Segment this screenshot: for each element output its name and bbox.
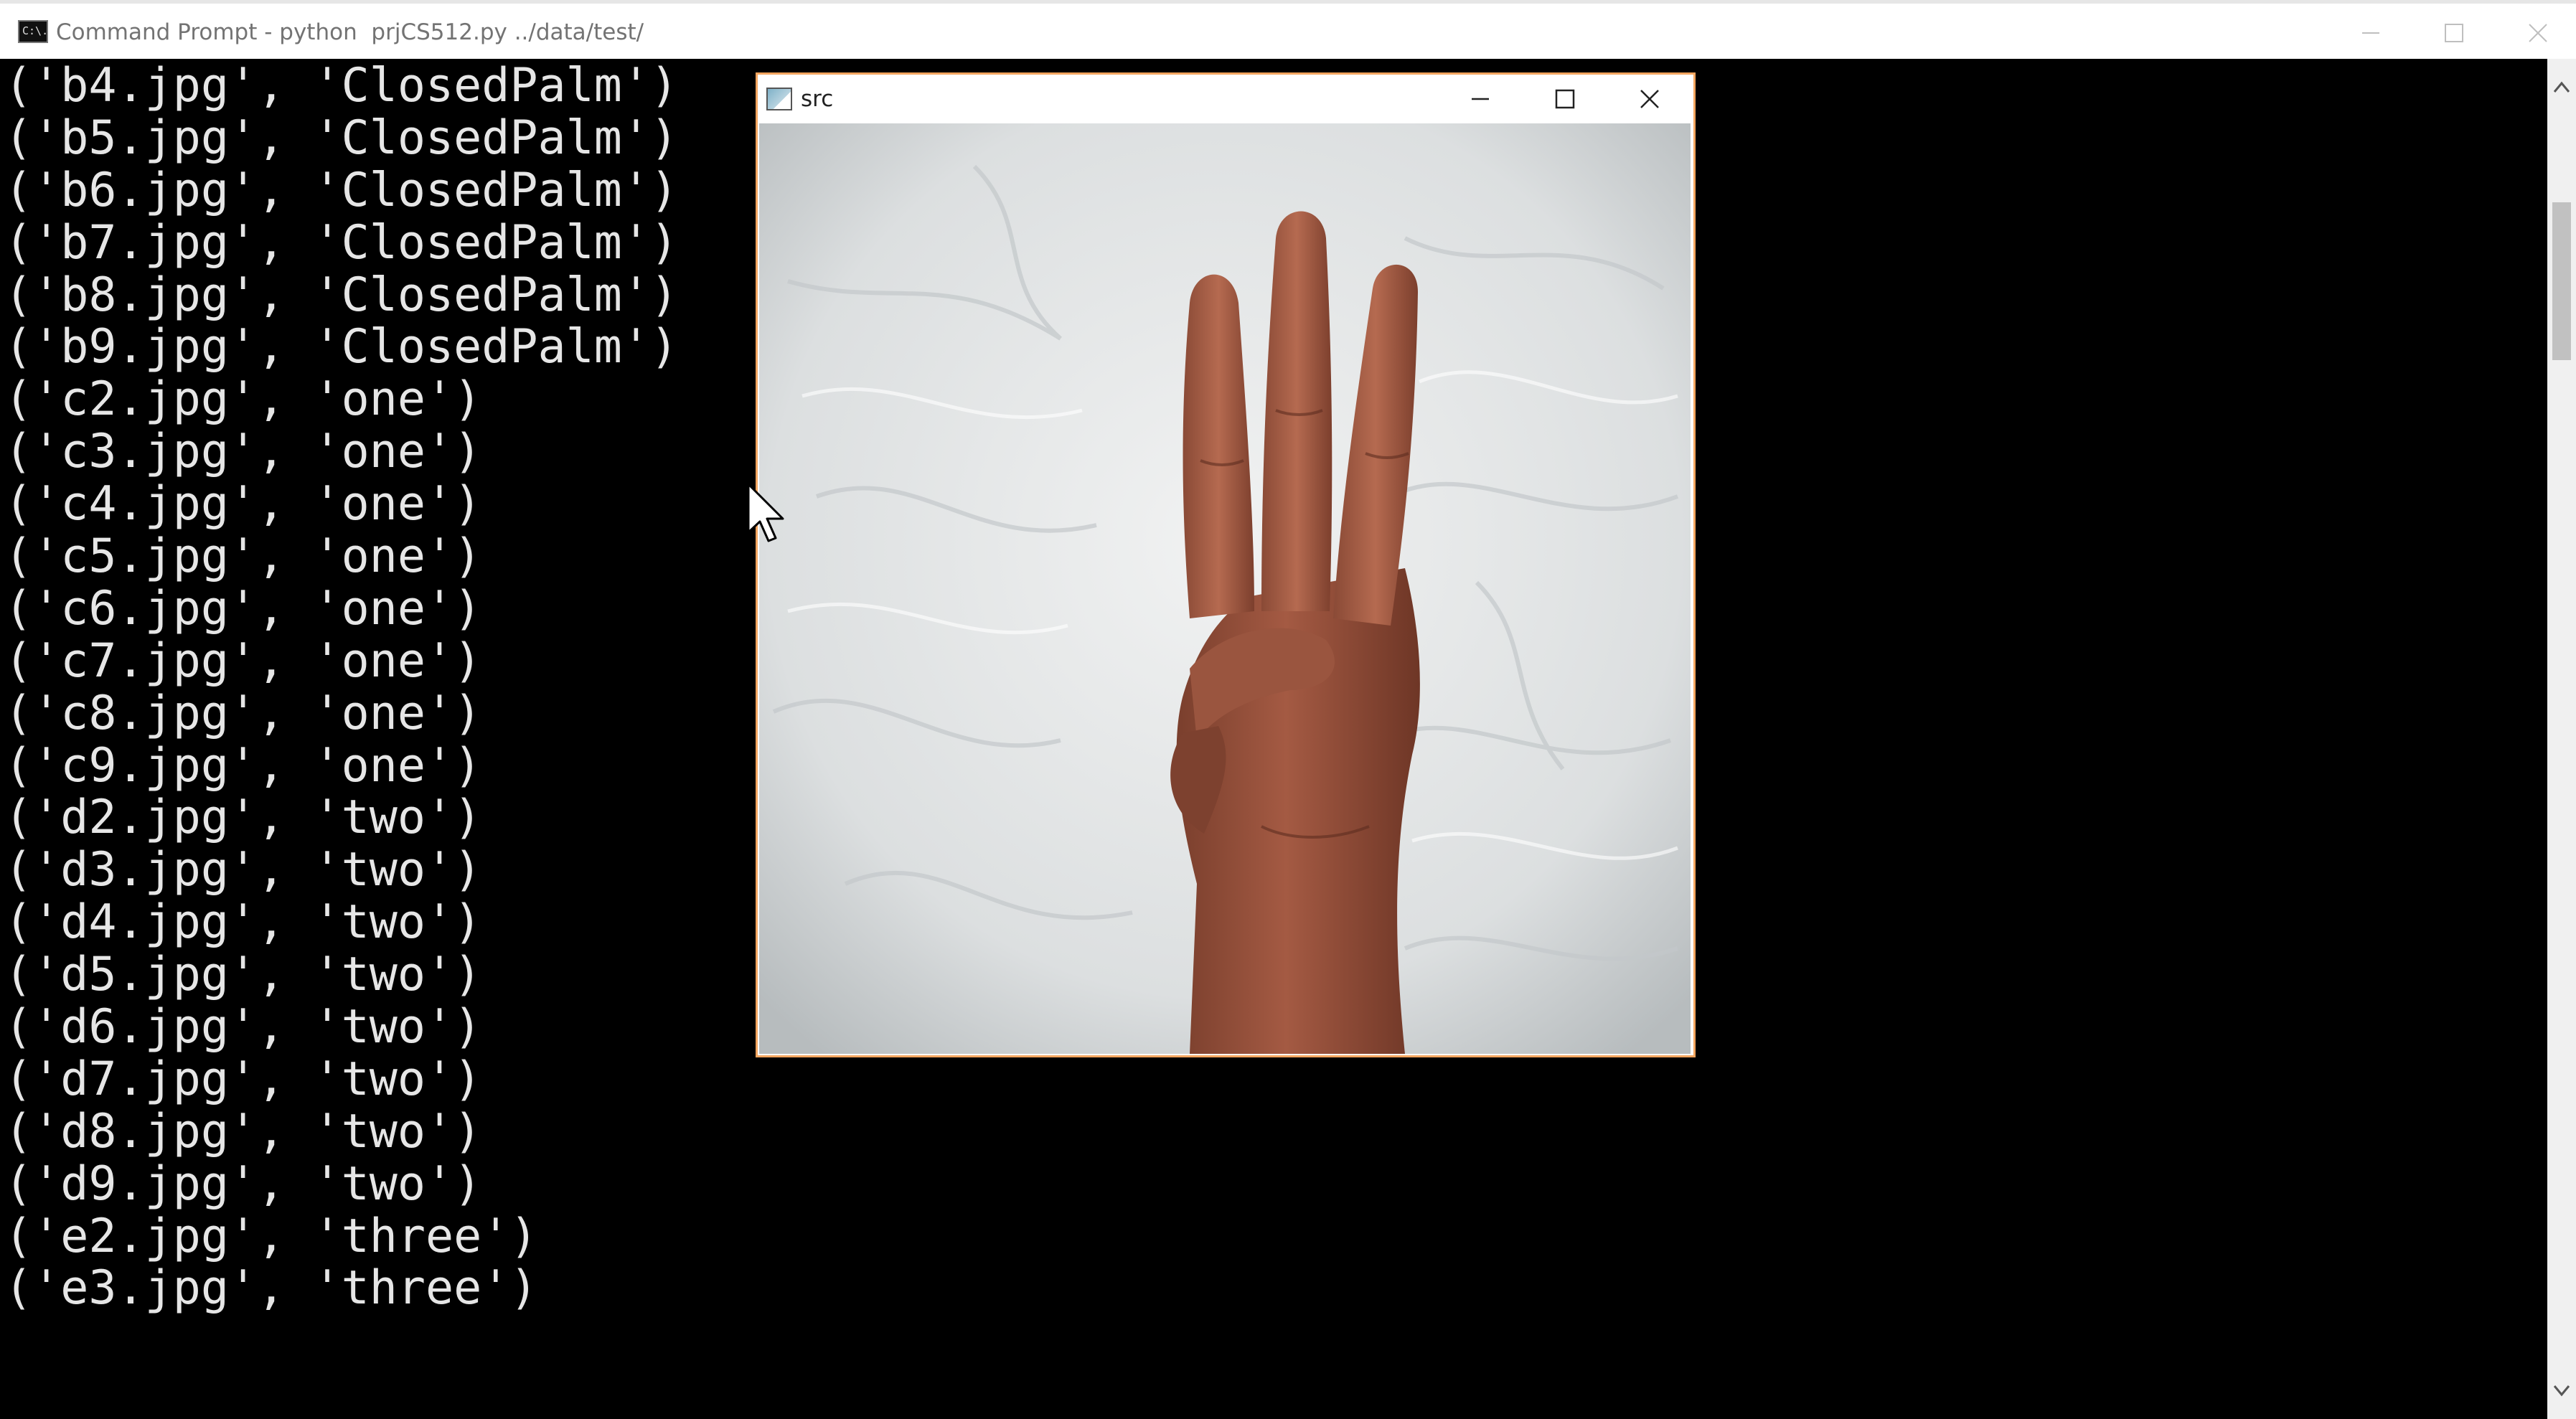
- console-line: ('c5.jpg', 'one'): [4, 529, 482, 584]
- scroll-up-arrow-icon[interactable]: [2547, 73, 2576, 102]
- console-line: ('d9.jpg', 'two'): [4, 1156, 482, 1211]
- console-line: ('c8.jpg', 'one'): [4, 686, 482, 740]
- console-line: ('b4.jpg', 'ClosedPalm'): [4, 59, 679, 113]
- console-line: ('d6.jpg', 'two'): [4, 1000, 482, 1055]
- hand-gesture-image: [759, 123, 1691, 1054]
- minimize-icon: [1472, 98, 1489, 100]
- src-close-button[interactable]: [1610, 77, 1689, 121]
- src-image-window[interactable]: src: [756, 72, 1696, 1057]
- console-line: ('d8.jpg', 'two'): [4, 1104, 482, 1159]
- command-prompt-icon-text: C:\.: [22, 24, 49, 37]
- maximize-icon: [2445, 24, 2463, 42]
- console-line: ('c7.jpg', 'one'): [4, 633, 482, 688]
- console-close-button[interactable]: [2496, 9, 2576, 57]
- console-minimize-button[interactable]: [2329, 9, 2412, 57]
- console-output-lines: ('b4.jpg', 'ClosedPalm') ('b5.jpg', 'Clos…: [4, 60, 678, 1315]
- console-line: ('d5.jpg', 'two'): [4, 948, 482, 1002]
- console-line: ('c2.jpg', 'one'): [4, 372, 482, 427]
- desktop-screen: C:\. Command Prompt - python prjCS512.py…: [0, 0, 2576, 1419]
- close-icon: [1640, 90, 1659, 108]
- console-line: ('d7.jpg', 'two'): [4, 1052, 482, 1106]
- command-prompt-icon: C:\.: [18, 20, 48, 43]
- console-line: ('b7.jpg', 'ClosedPalm'): [4, 215, 679, 270]
- scroll-down-arrow-icon[interactable]: [2547, 1376, 2576, 1405]
- console-line: ('c4.jpg', 'one'): [4, 477, 482, 532]
- console-line: ('d4.jpg', 'two'): [4, 895, 482, 950]
- minimize-icon: [2362, 32, 2379, 34]
- console-line: ('b9.jpg', 'ClosedPalm'): [4, 320, 679, 374]
- close-icon: [2529, 24, 2547, 42]
- src-maximize-button[interactable]: [1526, 77, 1604, 121]
- maximize-icon: [1555, 89, 1575, 109]
- console-line: ('e2.jpg', 'three'): [4, 1209, 538, 1263]
- console-line: ('c6.jpg', 'one'): [4, 581, 482, 636]
- console-window-title: Command Prompt - python prjCS512.py ../d…: [56, 19, 644, 45]
- console-line: ('e3.jpg', 'three'): [4, 1261, 538, 1316]
- mouse-cursor-icon: [747, 483, 784, 542]
- console-line: ('c9.jpg', 'one'): [4, 738, 482, 793]
- console-line: ('b5.jpg', 'ClosedPalm'): [4, 110, 679, 165]
- image-window-icon: [766, 88, 792, 110]
- src-minimize-button[interactable]: [1441, 77, 1520, 121]
- console-scrollbar[interactable]: [2547, 59, 2576, 1419]
- console-maximize-button[interactable]: [2412, 9, 2496, 57]
- console-line: ('c3.jpg', 'one'): [4, 425, 482, 479]
- hand-three-fingers-photo: [759, 123, 1691, 1054]
- console-line: ('d2.jpg', 'two'): [4, 791, 482, 845]
- console-line: ('b6.jpg', 'ClosedPalm'): [4, 163, 679, 217]
- scrollbar-thumb[interactable]: [2552, 202, 2571, 360]
- src-window-title-bar[interactable]: src: [758, 75, 1693, 123]
- console-line: ('d3.jpg', 'two'): [4, 843, 482, 897]
- console-title-bar[interactable]: C:\. Command Prompt - python prjCS512.py…: [0, 0, 2576, 59]
- console-line: ('b8.jpg', 'ClosedPalm'): [4, 268, 679, 322]
- src-window-title: src: [801, 86, 834, 112]
